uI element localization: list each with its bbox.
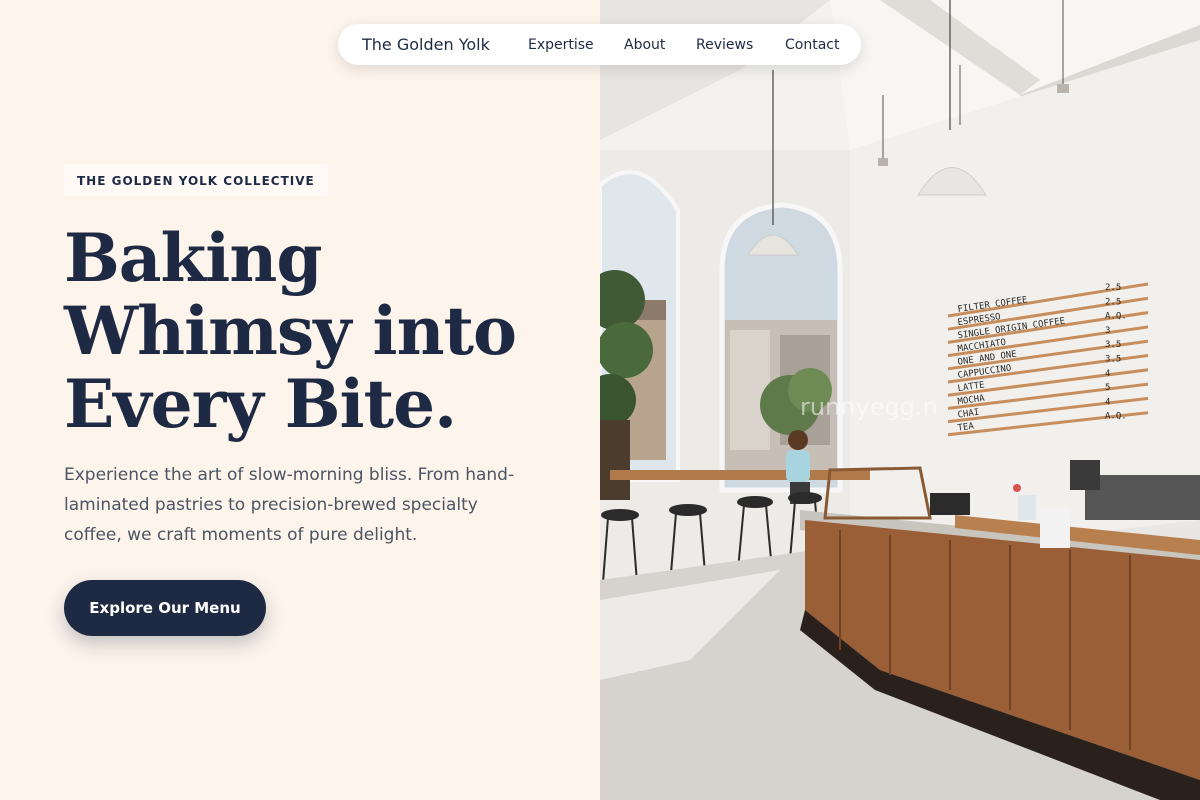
hero-headline: Baking Whimsy into Every Bite. (64, 222, 584, 441)
nav-link-reviews[interactable]: Reviews (696, 37, 753, 53)
menu-item-price: 3.5 (1105, 340, 1121, 350)
headline-line: Every Bite. (64, 365, 457, 443)
top-nav: The Golden Yolk Expertise About Reviews … (338, 24, 861, 65)
eyebrow-badge: THE GOLDEN YOLK COLLECTIVE (64, 164, 328, 196)
cafe-photo-illustration: FILTER COFFEE2.5ESPRESSO2.5SINGLE ORIGIN… (600, 0, 1200, 800)
nav-link-about[interactable]: About (624, 37, 665, 53)
headline-line: Whimsy into (64, 292, 517, 370)
nav-link-expertise[interactable]: Expertise (528, 37, 594, 53)
brand-logo-text[interactable]: The Golden Yolk (362, 35, 490, 54)
menu-item-price: A.Q. (1105, 312, 1127, 322)
menu-item-price: A.Q. (1105, 412, 1127, 422)
menu-item-price: 4 (1105, 369, 1110, 379)
hero-subtext: Experience the art of slow-morning bliss… (64, 465, 515, 545)
menu-item-price: 3 (1105, 326, 1110, 336)
explore-menu-button[interactable]: Explore Our Menu (64, 580, 266, 636)
menu-item-price: 2.5 (1105, 297, 1121, 307)
menu-item-price: 3.5 (1105, 355, 1121, 365)
hero-left-panel: THE GOLDEN YOLK COLLECTIVE Baking Whimsy… (0, 0, 600, 800)
nav-link-contact[interactable]: Contact (785, 37, 839, 53)
menu-item-price: 2.5 (1105, 283, 1121, 293)
menu-item-price: 4 (1105, 397, 1110, 407)
photo-watermark: runnyegg.n (800, 393, 938, 421)
headline-line: Baking (64, 219, 322, 297)
cafe-interior-photo: FILTER COFFEE 2.5 ESPRESSO 2.5 SINGLE ORIGIN… (600, 0, 1200, 800)
menu-item-price: 5 (1105, 383, 1110, 393)
